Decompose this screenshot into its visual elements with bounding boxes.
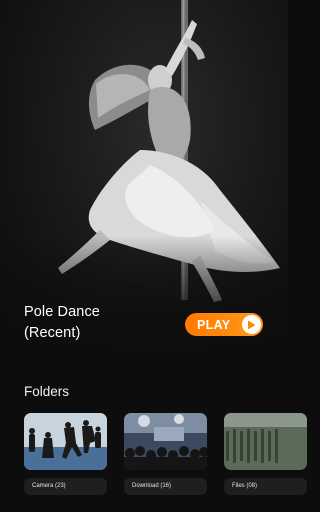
folder-thumbnail [224,413,307,470]
hero-title-line2: (Recent) [24,325,81,341]
play-button[interactable]: PLAY [185,313,263,336]
folder-card-files[interactable]: Files (08) [224,413,307,495]
dancers-photo [24,413,107,470]
play-button-label: PLAY [197,317,231,332]
hero-title-line1: Pole Dance [24,304,100,320]
folder-thumbnail [124,413,207,470]
crowd-photo [124,413,207,470]
folders-heading: Folders [24,384,70,399]
folder-label: Camera (23) [24,478,107,495]
folder-card-download[interactable]: Download (16) [124,413,207,495]
folder-label: Files (08) [224,478,307,495]
folder-thumbnail [24,413,107,470]
stadium-photo [224,413,307,470]
play-icon [242,315,261,334]
hero-title: Pole Dance (Recent) [24,302,100,344]
folder-label: Download (16) [124,478,207,495]
folder-card-camera[interactable]: Camera (23) [24,413,107,495]
